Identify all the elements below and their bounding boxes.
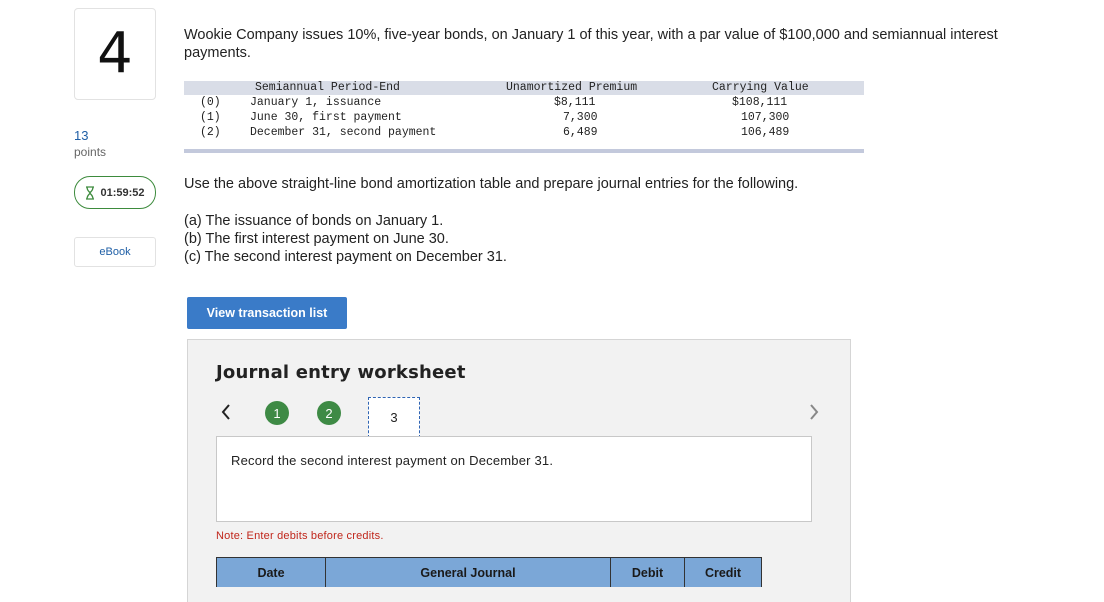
row-period-number: (1)	[200, 111, 221, 124]
parts-list: (a) The issuance of bonds on January 1. …	[184, 212, 507, 266]
row-period-number: (0)	[200, 96, 221, 109]
part-a: (a) The issuance of bonds on January 1.	[184, 213, 444, 229]
row-premium: 7,300	[563, 111, 598, 124]
part-c: (c) The second interest payment on Decem…	[184, 249, 507, 265]
timer-text: 01:59:52	[100, 186, 145, 199]
chevron-right-icon[interactable]	[806, 400, 822, 424]
part-b: (b) The first interest payment on June 3…	[184, 231, 449, 247]
timer-badge: 01:59:52	[74, 176, 156, 209]
column-credit: Credit	[685, 558, 761, 587]
step-1-button[interactable]: 1	[265, 401, 289, 425]
row-period-number: (2)	[200, 126, 221, 139]
hourglass-icon	[85, 185, 95, 200]
question-number-box: 4	[74, 8, 156, 100]
row-premium: $8,111	[554, 96, 596, 109]
row-carrying: 107,300	[741, 111, 790, 124]
table-bottom-bar	[184, 149, 864, 153]
column-debit: Debit	[611, 558, 685, 587]
journal-entry-worksheet: Journal entry worksheet 1 2 3 Record the…	[187, 339, 851, 602]
points-label: points	[74, 145, 107, 159]
column-date: Date	[217, 558, 326, 587]
row-premium: 6,489	[563, 126, 598, 139]
note-text: Note: Enter debits before credits.	[216, 530, 384, 542]
chevron-left-icon[interactable]	[218, 400, 234, 424]
view-transaction-list-button[interactable]: View transaction list	[187, 297, 347, 329]
row-period-label: January 1, issuance	[250, 96, 382, 109]
amortization-table: Semiannual Period-End Unamortized Premiu…	[184, 81, 864, 153]
step-3-button[interactable]: 3	[368, 397, 420, 438]
header-period: Semiannual Period-End	[255, 81, 400, 94]
column-general-journal: General Journal	[326, 558, 611, 587]
row-period-label: December 31, second payment	[250, 126, 437, 139]
points-value: 13	[74, 128, 89, 143]
instruction-text: Use the above straight-line bond amortiz…	[184, 176, 799, 192]
step-2-button[interactable]: 2	[317, 401, 341, 425]
header-carrying: Carrying Value	[712, 81, 809, 94]
header-premium: Unamortized Premium	[506, 81, 638, 94]
journal-table-header: Date General Journal Debit Credit	[216, 557, 762, 587]
question-number: 4	[97, 21, 133, 86]
worksheet-title: Journal entry worksheet	[216, 362, 466, 383]
row-carrying: 106,489	[741, 126, 790, 139]
row-period-label: June 30, first payment	[250, 111, 402, 124]
record-instruction-text: Record the second interest payment on De…	[231, 453, 554, 468]
ebook-button[interactable]: eBook	[74, 237, 156, 267]
question-text: Wookie Company issues 10%, five-year bon…	[184, 27, 998, 61]
record-instruction-box: Record the second interest payment on De…	[216, 436, 812, 522]
row-carrying: $108,111	[732, 96, 788, 109]
